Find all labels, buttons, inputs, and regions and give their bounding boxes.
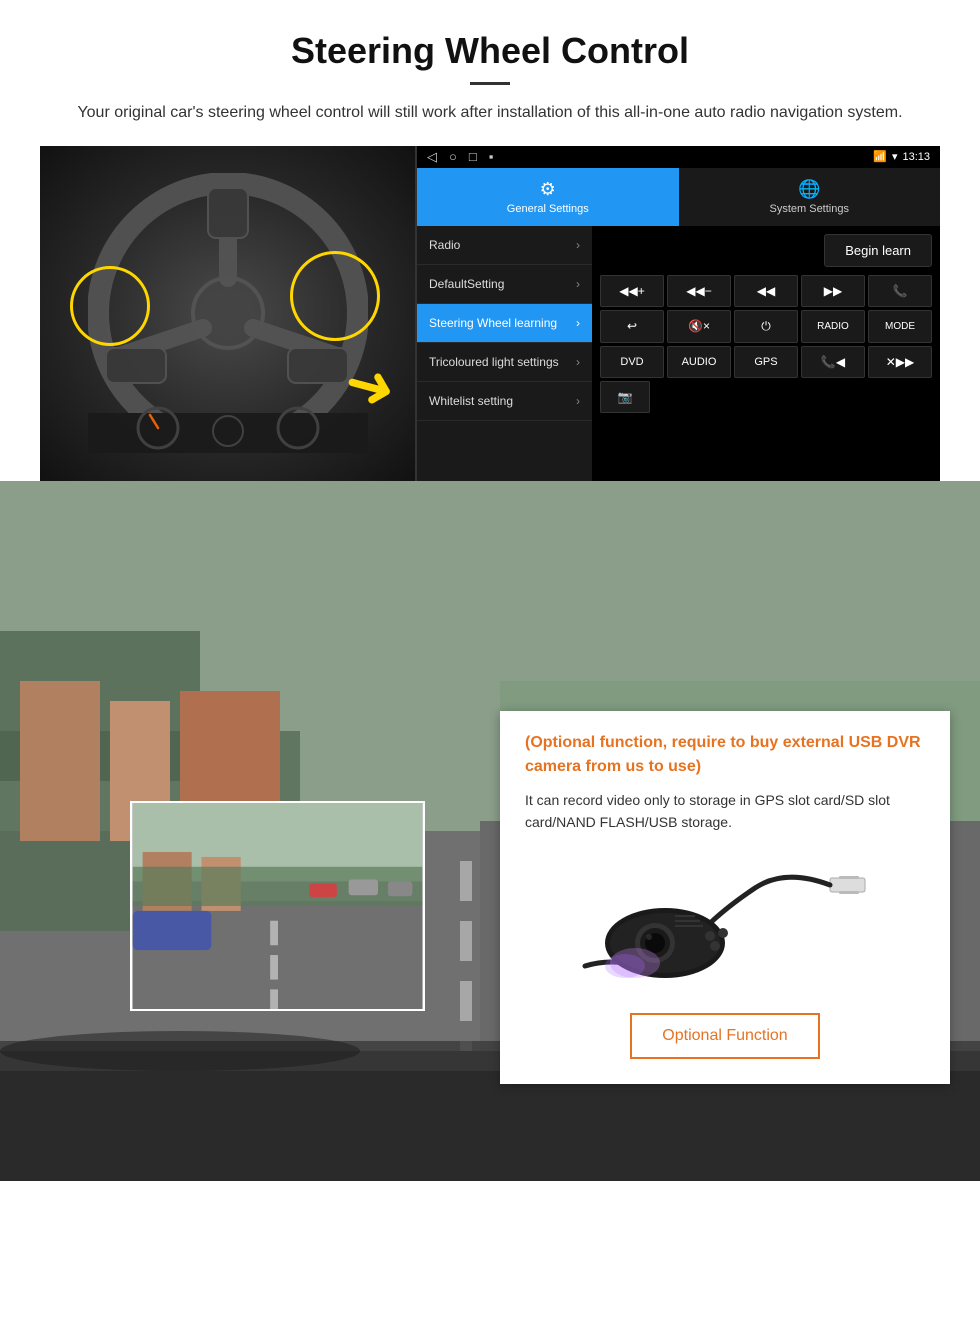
nav-back-icon[interactable]: ◁ [427, 149, 437, 165]
dvr-body-text: It can record video only to storage in G… [525, 789, 925, 834]
menu-default-label: DefaultSetting [429, 277, 504, 291]
steering-subtitle: Your original car's steering wheel contr… [60, 100, 920, 126]
radio-button[interactable]: RADIO [801, 310, 865, 343]
chevron-right-icon: › [576, 355, 580, 369]
menu-item-default[interactable]: DefaultSetting › [417, 265, 592, 304]
call-button[interactable]: 📞 [868, 275, 932, 307]
next-button[interactable]: ▶▶ [801, 275, 865, 307]
camera-btn[interactable]: 📷 [600, 381, 650, 413]
wifi-icon: ▾ [892, 150, 898, 163]
yellow-circle-right [290, 251, 380, 341]
tab-general-label: General Settings [507, 203, 589, 215]
settings-tabs: ⚙ General Settings 🌐 System Settings [417, 168, 940, 226]
optional-function-button[interactable]: Optional Function [630, 1013, 819, 1059]
audio-button[interactable]: AUDIO [667, 346, 731, 378]
menu-item-radio[interactable]: Radio › [417, 226, 592, 265]
steering-section: Steering Wheel Control Your original car… [0, 0, 980, 481]
dvr-section: Support DVR [0, 481, 980, 1181]
call-prev-button[interactable]: 📞◀ [801, 346, 865, 378]
tab-system-label: System Settings [770, 203, 849, 215]
steering-wheel-image: ➜ [40, 146, 415, 481]
menu-item-whitelist[interactable]: Whitelist setting › [417, 382, 592, 421]
mode-button[interactable]: MODE [868, 310, 932, 343]
chevron-right-icon: › [576, 394, 580, 408]
dvr-background: Support DVR [0, 481, 980, 1181]
vol-down-button[interactable]: ◀◀− [667, 275, 731, 307]
thumbnail-road-svg [132, 803, 423, 1009]
nav-extra-icon[interactable]: ▪ [489, 149, 494, 165]
steering-title: Steering Wheel Control [40, 30, 940, 72]
gear-icon: ⚙ [540, 179, 556, 200]
system-icon: 🌐 [798, 179, 820, 200]
nav-recent-icon[interactable]: □ [469, 149, 477, 165]
menu-item-steering-learning[interactable]: Steering Wheel learning › [417, 304, 592, 343]
vol-up-button[interactable]: ◀◀+ [600, 275, 664, 307]
power-button[interactable]: ⏻ [734, 310, 798, 343]
menu-whitelist-label: Whitelist setting [429, 394, 513, 408]
control-row-2: ↩ 🔇× ⏻ RADIO MODE [600, 310, 932, 343]
dvr-info-box: (Optional function, require to buy exter… [500, 711, 950, 1085]
android-content: Radio › DefaultSetting › Steering Wheel … [417, 226, 940, 481]
title-divider [470, 82, 510, 85]
signal-icon: 📶 [873, 150, 887, 163]
control-row-1: ◀◀+ ◀◀− ◀◀ ▶▶ 📞 [600, 275, 932, 307]
control-row-3: DVD AUDIO GPS 📞◀ ✕▶▶ [600, 346, 932, 378]
screen-container: ➜ ◁ ○ □ ▪ 📶 ▾ 13:13 ⚙ [40, 146, 940, 481]
menu-item-tricoloured[interactable]: Tricoloured light settings › [417, 343, 592, 382]
cancel-next-button[interactable]: ✕▶▶ [868, 346, 932, 378]
chevron-right-icon: › [576, 238, 580, 252]
nav-home-icon[interactable]: ○ [449, 149, 457, 165]
status-icons: 📶 ▾ 13:13 [873, 150, 930, 163]
dvr-camera-image [525, 848, 925, 998]
gps-button[interactable]: GPS [734, 346, 798, 378]
tab-system-settings[interactable]: 🌐 System Settings [679, 168, 941, 226]
begin-learn-button[interactable]: Begin learn [824, 234, 932, 267]
dvr-optional-text: (Optional function, require to buy exter… [525, 731, 925, 779]
tab-general-settings[interactable]: ⚙ General Settings [417, 168, 679, 226]
mute-button[interactable]: 🔇× [667, 310, 731, 343]
menu-list: Radio › DefaultSetting › Steering Wheel … [417, 226, 592, 481]
chevron-right-icon: › [576, 316, 580, 330]
begin-learn-row: Begin learn [600, 234, 932, 267]
control-grid: ◀◀+ ◀◀− ◀◀ ▶▶ 📞 ↩ 🔇× ⏻ RADIO MODE [600, 275, 932, 413]
status-nav: ◁ ○ □ ▪ [427, 149, 493, 165]
android-panel: ◁ ○ □ ▪ 📶 ▾ 13:13 ⚙ General Settings [415, 146, 940, 481]
time-display: 13:13 [902, 151, 930, 163]
status-bar: ◁ ○ □ ▪ 📶 ▾ 13:13 [417, 146, 940, 168]
chevron-right-icon: › [576, 277, 580, 291]
menu-tricoloured-label: Tricoloured light settings [429, 355, 559, 369]
yellow-circle-left [70, 266, 150, 346]
control-row-4: 📷 [600, 381, 932, 413]
dvd-button[interactable]: DVD [600, 346, 664, 378]
control-area: Begin learn ◀◀+ ◀◀− ◀◀ ▶▶ 📞 [592, 226, 940, 481]
menu-radio-label: Radio [429, 238, 460, 252]
menu-steering-label: Steering Wheel learning [429, 316, 557, 330]
hangup-button[interactable]: ↩ [600, 310, 664, 343]
dvr-thumbnail [130, 801, 425, 1011]
prev-button[interactable]: ◀◀ [734, 275, 798, 307]
dvr-camera-svg [575, 848, 875, 998]
